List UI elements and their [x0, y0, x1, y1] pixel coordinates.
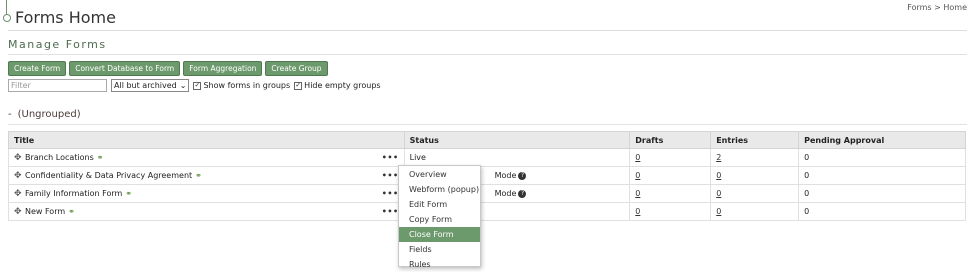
divider [8, 124, 967, 125]
help-icon[interactable]: ? [518, 189, 527, 198]
drag-handle-icon[interactable]: ✥ [14, 207, 22, 217]
table-row: ✥ Branch Locations ⚭ ••• Live 0 2 0 [8, 148, 966, 167]
pending-approval-value: 0 [798, 166, 966, 185]
menu-item-fields[interactable]: Fields [399, 242, 480, 257]
filter-input[interactable] [8, 79, 107, 92]
divider [8, 30, 967, 31]
status-text: Mode? [495, 189, 527, 198]
pending-approval-value: 0 [798, 184, 966, 203]
link-icon[interactable]: ⚭ [125, 189, 132, 198]
column-header-pending-approval[interactable]: Pending Approval [798, 131, 966, 149]
status-mode-text: Mode [494, 189, 517, 198]
column-header-status[interactable]: Status [403, 131, 631, 149]
divider [8, 54, 967, 55]
convert-database-button[interactable]: Convert Database to Form [69, 61, 181, 76]
status-mode-text: Mode [494, 171, 517, 180]
form-title-link[interactable]: Family Information Form [25, 189, 122, 198]
form-title-link[interactable]: New Form [25, 207, 65, 216]
row-actions-button[interactable]: ••• [382, 171, 399, 180]
column-header-title[interactable]: Title [8, 131, 405, 149]
filter-bar: All but archived ⌄ ✓ Show forms in group… [8, 79, 381, 92]
table-row: ✥ Family Information Form ⚭ ••• Mode? 0 0 … [8, 184, 966, 203]
link-icon[interactable]: ⚭ [68, 207, 75, 216]
menu-item-webform-popup[interactable]: Webform (popup) [399, 182, 480, 197]
status-text: Mode? [495, 171, 527, 180]
hide-empty-groups-toggle[interactable]: ✓ Hide empty groups [294, 81, 381, 90]
link-icon[interactable]: ⚭ [195, 171, 202, 180]
drag-handle-icon[interactable]: ✥ [14, 153, 22, 163]
toolbar: Create Form Convert Database to Form For… [8, 61, 328, 76]
hide-empty-groups-label: Hide empty groups [304, 81, 381, 90]
help-icon[interactable]: ? [518, 171, 527, 180]
form-title-link[interactable]: Confidentiality & Data Privacy Agreement [25, 171, 192, 180]
entries-link[interactable]: 0 [716, 171, 721, 180]
breadcrumb[interactable]: Forms > Home [907, 3, 967, 12]
table-row: ✥ Confidentiality & Data Privacy Agreemen… [8, 166, 966, 185]
table-row: ✥ New Form ⚭ ••• 0 0 0 [8, 202, 966, 221]
link-icon[interactable]: ⚭ [97, 153, 104, 162]
column-header-drafts[interactable]: Drafts [629, 131, 712, 149]
pending-approval-value: 0 [798, 202, 966, 221]
entries-link[interactable]: 0 [716, 207, 721, 216]
drag-handle-icon[interactable]: ✥ [14, 171, 22, 181]
show-in-groups-toggle[interactable]: ✓ Show forms in groups [193, 81, 290, 90]
show-in-groups-checkbox[interactable]: ✓ [193, 81, 202, 90]
archive-select-value: All but archived [114, 81, 177, 90]
drafts-link[interactable]: 0 [635, 171, 640, 180]
form-aggregation-button[interactable]: Form Aggregation [183, 61, 263, 76]
drafts-link[interactable]: 0 [635, 189, 640, 198]
entries-link[interactable]: 2 [716, 153, 721, 162]
form-title-link[interactable]: Branch Locations [25, 153, 94, 162]
column-header-entries[interactable]: Entries [710, 131, 800, 149]
create-group-button[interactable]: Create Group [265, 61, 328, 76]
menu-item-rules[interactable]: Rules [399, 257, 480, 272]
forms-table: Title Status Drafts Entries Pending Appr… [8, 131, 966, 221]
pending-approval-value: 0 [798, 148, 966, 167]
row-actions-menu: Overview Webform (popup) Edit Form Copy … [398, 165, 481, 269]
status-cell: Live [403, 148, 631, 167]
drafts-link[interactable]: 0 [635, 207, 640, 216]
group-collapse-toggle[interactable]: - [8, 109, 12, 120]
chevron-down-icon: ⌄ [179, 81, 187, 90]
drafts-link[interactable]: 0 [635, 153, 640, 162]
menu-item-edit-form[interactable]: Edit Form [399, 197, 480, 212]
show-in-groups-label: Show forms in groups [203, 81, 291, 90]
section-title: Manage Forms [8, 38, 107, 51]
menu-item-overview[interactable]: Overview [399, 167, 480, 182]
row-actions-button[interactable]: ••• [382, 189, 399, 198]
group-name: (Ungrouped) [17, 109, 81, 120]
group-header[interactable]: - (Ungrouped) [8, 109, 81, 120]
hide-empty-groups-checkbox[interactable]: ✓ [294, 81, 303, 90]
create-form-button[interactable]: Create Form [8, 61, 67, 76]
menu-item-copy-form[interactable]: Copy Form [399, 212, 480, 227]
archive-select[interactable]: All but archived ⌄ [111, 79, 190, 92]
entries-link[interactable]: 0 [716, 189, 721, 198]
menu-item-close-form[interactable]: Close Form [399, 227, 480, 242]
table-header-row: Title Status Drafts Entries Pending Appr… [8, 131, 966, 149]
row-actions-button[interactable]: ••• [382, 153, 399, 162]
title-marker-dot [3, 14, 11, 22]
row-actions-button[interactable]: ••• [382, 207, 399, 216]
page-title: Forms Home [15, 8, 116, 27]
drag-handle-icon[interactable]: ✥ [14, 189, 22, 199]
